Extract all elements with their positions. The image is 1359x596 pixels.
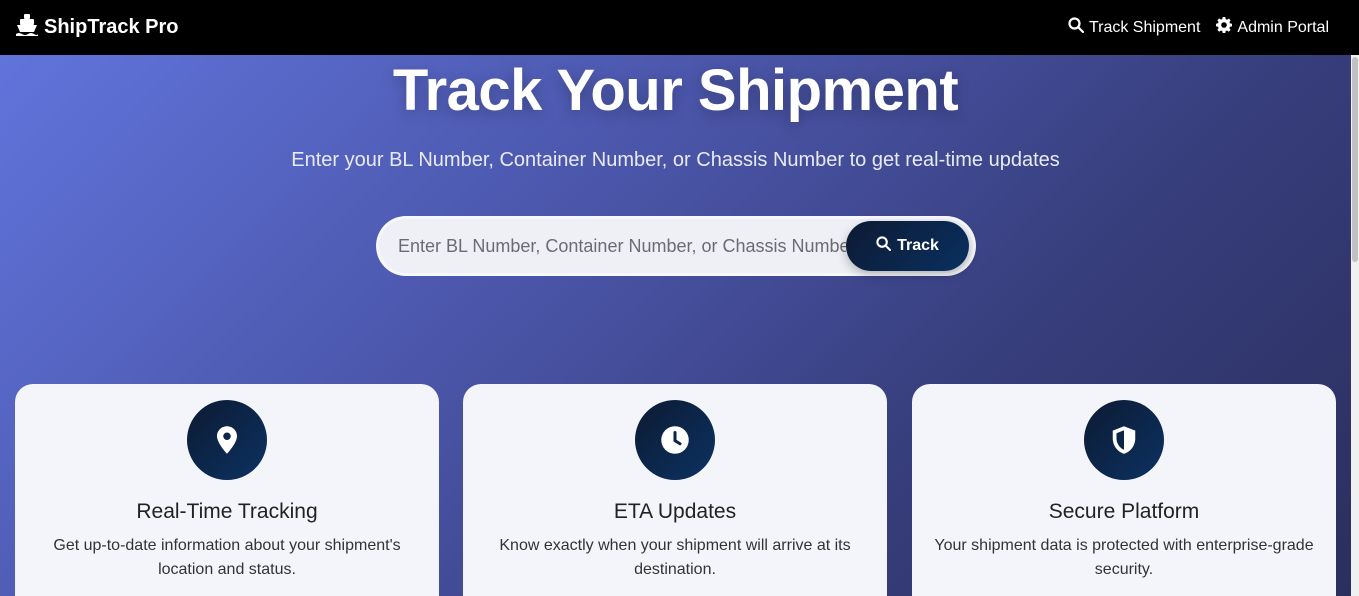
feature-card-real-time-tracking: Real-Time Tracking Get up-to-date inform… bbox=[15, 384, 439, 596]
brand-logo[interactable]: ShipTrack Pro bbox=[15, 13, 179, 42]
feature-description: Your shipment data is protected with ent… bbox=[934, 537, 1314, 578]
feature-description: Know exactly when your shipment will arr… bbox=[499, 537, 851, 578]
feature-description: Get up-to-date information about your sh… bbox=[53, 537, 401, 578]
hero-subtitle: Enter your BL Number, Container Number, … bbox=[291, 149, 1060, 171]
page-scrollbar[interactable] bbox=[1351, 55, 1359, 596]
tracking-number-input[interactable] bbox=[398, 235, 846, 257]
navbar: ShipTrack Pro Track Shipment Admin Porta… bbox=[0, 0, 1359, 55]
feature-card-secure-platform: Secure Platform Your shipment data is pr… bbox=[912, 384, 1336, 596]
nav-link-label: Track Shipment bbox=[1088, 18, 1201, 36]
brand-name: ShipTrack Pro bbox=[44, 16, 179, 38]
track-button-label: Track bbox=[897, 237, 939, 254]
gear-icon bbox=[1216, 17, 1233, 38]
search-icon bbox=[876, 236, 892, 256]
feature-card-eta-updates: ETA Updates Know exactly when your shipm… bbox=[463, 384, 887, 596]
scrollbar-thumb[interactable] bbox=[1352, 57, 1358, 262]
clock-icon bbox=[635, 400, 715, 480]
hero-section: Track Your Shipment Enter your BL Number… bbox=[0, 55, 1351, 596]
map-pin-icon bbox=[187, 400, 267, 480]
search-bar: Track bbox=[376, 216, 976, 276]
nav-track-shipment-link[interactable]: Track Shipment bbox=[1068, 17, 1200, 38]
feature-title: Secure Platform bbox=[1048, 500, 1200, 523]
nav-link-label: Admin Portal bbox=[1237, 18, 1329, 36]
nav-links: Track Shipment Admin Portal bbox=[1068, 17, 1329, 38]
nav-admin-portal-link[interactable]: Admin Portal bbox=[1216, 17, 1329, 38]
ship-icon bbox=[15, 13, 39, 42]
shield-icon bbox=[1084, 400, 1164, 480]
feature-title: Real-Time Tracking bbox=[136, 500, 318, 523]
track-button[interactable]: Track bbox=[846, 221, 969, 271]
search-icon bbox=[1068, 17, 1085, 38]
feature-title: ETA Updates bbox=[613, 500, 737, 523]
hero-title: Track Your Shipment bbox=[392, 58, 959, 123]
